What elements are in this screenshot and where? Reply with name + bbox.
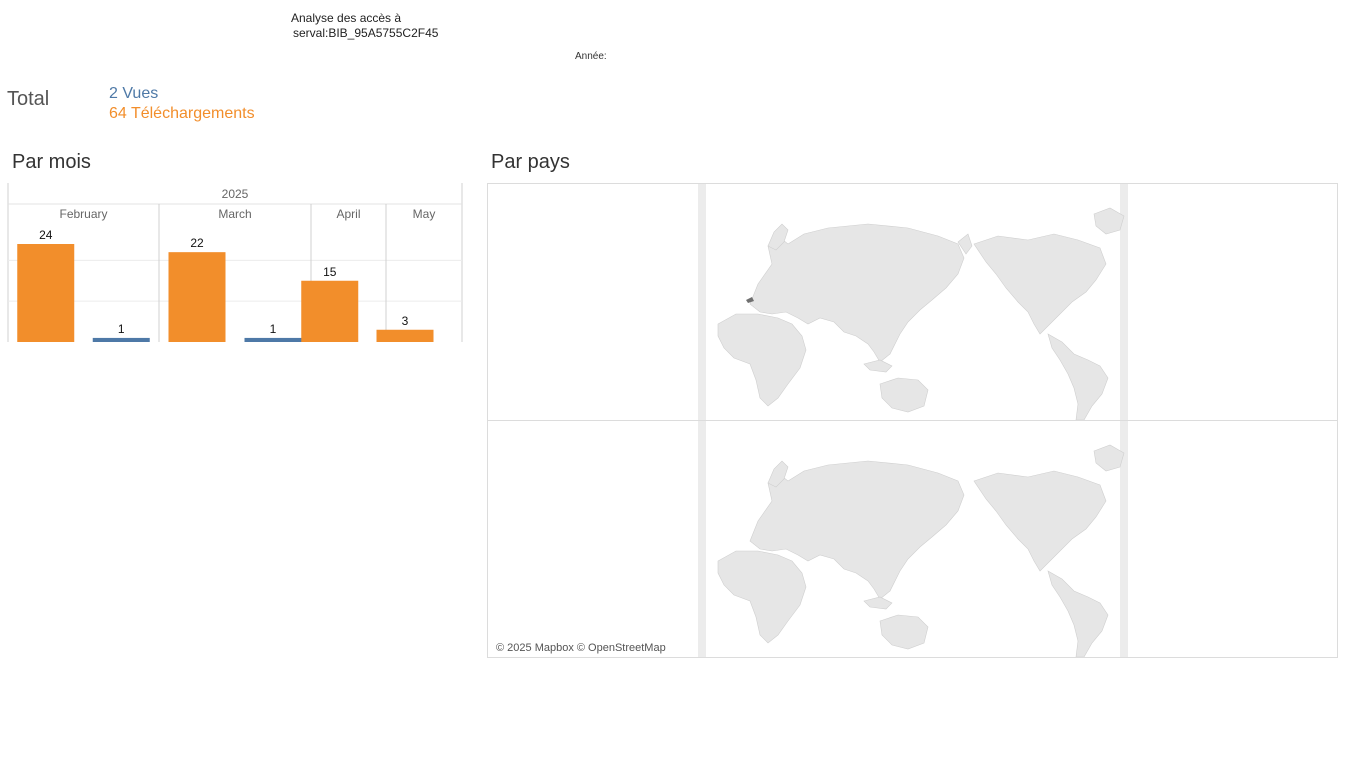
bar <box>92 337 150 342</box>
views-total: 2 Vues <box>109 85 159 102</box>
bar <box>301 280 359 342</box>
bar-value-label: 1 <box>270 322 277 336</box>
total-label: Total <box>7 88 50 110</box>
country-section-title: Par pays <box>491 151 570 173</box>
world-map-svg-top <box>698 184 1128 420</box>
bar-value-label: 1 <box>118 322 125 336</box>
bar-value-label: 3 <box>402 314 409 328</box>
downloads-total: 64 Téléchargements <box>109 105 255 122</box>
world-map-bottom[interactable]: © 2025 Mapbox © OpenStreetMap <box>488 421 1337 657</box>
bar <box>17 244 75 342</box>
year-header: 2025 <box>222 187 249 201</box>
page-title: Analyse des accès à serval:BIB_95A5755C2… <box>291 11 438 41</box>
country-map[interactable]: © 2025 Mapbox © OpenStreetMap <box>487 183 1338 658</box>
world-map-svg-bottom <box>698 421 1128 657</box>
bar-value-label: 15 <box>323 265 337 279</box>
monthly-section-title: Par mois <box>12 151 91 173</box>
map-attribution: © 2025 Mapbox © OpenStreetMap <box>496 642 666 654</box>
bar <box>376 329 434 342</box>
month-label: April <box>336 207 360 221</box>
month-label: March <box>218 207 251 221</box>
title-line-2: serval:BIB_95A5755C2F45 <box>293 26 439 40</box>
bar-value-label: 22 <box>190 236 204 250</box>
monthly-bar-chart: 2025 February 24 1 March 22 1 April 15 May 3 <box>7 183 463 342</box>
year-filter-label[interactable]: Année: <box>575 51 607 62</box>
bar <box>168 252 226 342</box>
bar <box>244 337 302 342</box>
bar-value-label: 24 <box>39 228 53 242</box>
world-map-top[interactable] <box>488 184 1337 421</box>
month-label: May <box>413 207 436 221</box>
month-label: February <box>59 207 107 221</box>
title-line-1: Analyse des accès à <box>291 11 402 25</box>
